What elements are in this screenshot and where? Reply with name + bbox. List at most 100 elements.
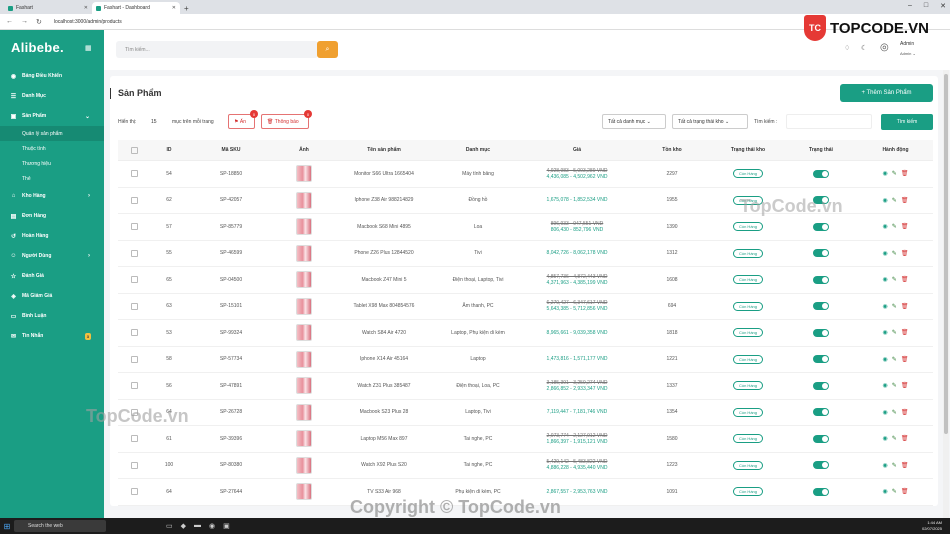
task-view-icon[interactable]: ▭ xyxy=(166,522,173,530)
edit-icon[interactable]: ✎ xyxy=(892,170,897,177)
delete-icon[interactable]: 🗑 xyxy=(901,435,909,442)
windows-start-icon[interactable]: ⊞ xyxy=(0,518,14,534)
product-thumbnail[interactable] xyxy=(296,350,312,368)
delete-icon[interactable]: 🗑 xyxy=(901,276,909,283)
row-checkbox[interactable] xyxy=(130,223,138,231)
view-icon[interactable]: ◉ xyxy=(883,462,888,469)
header-id[interactable]: ID xyxy=(150,147,188,153)
sidebar-item-reviews[interactable]: ☆ Đánh Giá xyxy=(0,266,104,286)
edit-icon[interactable]: ✎ xyxy=(892,223,897,230)
status-toggle[interactable] xyxy=(813,355,829,364)
sidebar-sub-product-management[interactable]: Quản lý sản phẩm xyxy=(0,126,104,141)
sidebar-sub-attributes[interactable]: Thuộc tính xyxy=(0,141,104,156)
row-checkbox[interactable] xyxy=(130,170,138,178)
sidebar-sub-brands[interactable]: Thương hiệu xyxy=(0,156,104,171)
delete-icon[interactable]: 🗑 xyxy=(901,382,909,389)
delete-icon[interactable]: 🗑 xyxy=(901,409,909,416)
sidebar-item-categories[interactable]: ☰ Danh Mục xyxy=(0,86,104,106)
header-stock[interactable]: Tồn kho xyxy=(632,147,712,153)
row-checkbox[interactable] xyxy=(130,382,138,390)
row-checkbox[interactable] xyxy=(130,329,138,337)
add-product-button[interactable]: + Thêm Sản Phẩm xyxy=(840,84,933,102)
row-checkbox[interactable] xyxy=(130,435,138,443)
moon-icon[interactable]: ☾ xyxy=(861,44,867,52)
product-thumbnail[interactable] xyxy=(296,430,312,448)
product-thumbnail[interactable] xyxy=(296,456,312,474)
admin-role[interactable]: Admin ⌄ xyxy=(900,51,916,56)
maximize-icon[interactable]: □ xyxy=(924,2,928,10)
taskbar-search[interactable]: Search the web xyxy=(14,520,106,532)
grid-icon[interactable]: ▦ xyxy=(85,44,92,52)
row-checkbox[interactable] xyxy=(130,302,138,310)
delete-icon[interactable]: 🗑 xyxy=(901,303,909,310)
row-checkbox[interactable] xyxy=(130,196,138,204)
vscode-icon[interactable]: ◆ xyxy=(181,522,186,530)
scrollbar-thumb[interactable] xyxy=(944,74,948,434)
product-thumbnail[interactable] xyxy=(296,377,312,395)
status-toggle[interactable] xyxy=(813,434,829,443)
status-toggle[interactable] xyxy=(813,487,829,496)
bell-icon[interactable]: ♢ xyxy=(844,44,850,52)
system-clock[interactable]: 1:44 AM 02/07/2025 xyxy=(922,520,942,532)
reload-icon[interactable]: ↻ xyxy=(36,18,42,26)
status-toggle[interactable] xyxy=(813,249,829,258)
row-checkbox[interactable] xyxy=(130,355,138,363)
view-icon[interactable]: ◉ xyxy=(883,170,888,177)
delete-icon[interactable]: 🗑 xyxy=(901,197,909,204)
sidebar-item-dashboard[interactable]: ◉ Bảng Điều Khiển xyxy=(0,66,104,86)
product-thumbnail[interactable] xyxy=(296,297,312,315)
search-button[interactable]: ⌕ xyxy=(317,41,338,58)
delete-icon[interactable]: 🗑 xyxy=(901,170,909,177)
status-toggle[interactable] xyxy=(813,275,829,284)
browser-icon[interactable]: ◉ xyxy=(209,522,215,530)
terminal-icon[interactable]: ▣ xyxy=(223,522,230,530)
edit-icon[interactable]: ✎ xyxy=(892,488,897,495)
close-window-icon[interactable]: ✕ xyxy=(940,2,946,10)
sidebar-item-orders[interactable]: ▤ Đơn Hàng xyxy=(0,206,104,226)
delete-icon[interactable]: 🗑 xyxy=(901,488,909,495)
new-tab-icon[interactable]: + xyxy=(184,4,189,13)
sidebar-item-messages[interactable]: ✉ Tin Nhắn 3 xyxy=(0,326,104,346)
status-toggle[interactable] xyxy=(813,461,829,470)
view-icon[interactable]: ◉ xyxy=(883,488,888,495)
view-icon[interactable]: ◉ xyxy=(883,382,888,389)
product-thumbnail[interactable] xyxy=(296,191,312,209)
status-toggle[interactable] xyxy=(813,222,829,231)
sidebar-sub-tags[interactable]: Thẻ xyxy=(0,171,104,186)
view-icon[interactable]: ◉ xyxy=(883,197,888,204)
edit-icon[interactable]: ✎ xyxy=(892,382,897,389)
edit-icon[interactable]: ✎ xyxy=(892,276,897,283)
view-icon[interactable]: ◉ xyxy=(883,276,888,283)
browser-tab-0[interactable]: Fashart ✕ xyxy=(4,2,92,14)
product-thumbnail[interactable] xyxy=(296,403,312,421)
edit-icon[interactable]: ✎ xyxy=(892,409,897,416)
category-filter-select[interactable]: Tất cả danh mục ⌄ xyxy=(602,114,666,129)
view-icon[interactable]: ◉ xyxy=(883,409,888,416)
sidebar-item-comments[interactable]: ▭ Bình Luận xyxy=(0,306,104,326)
select-all-checkbox[interactable] xyxy=(130,146,138,154)
status-toggle[interactable] xyxy=(813,302,829,311)
product-search-button[interactable]: Tìm kiếm xyxy=(881,114,933,130)
product-thumbnail[interactable] xyxy=(296,218,312,236)
product-thumbnail[interactable] xyxy=(296,244,312,262)
row-checkbox[interactable] xyxy=(130,276,138,284)
app-logo[interactable]: Alibebe. xyxy=(11,40,64,55)
back-icon[interactable]: ← xyxy=(6,18,13,25)
search-input[interactable]: Tìm kiếm... xyxy=(116,41,318,58)
status-toggle[interactable] xyxy=(813,169,829,178)
sidebar-item-users[interactable]: ☺ Người Dùng › xyxy=(0,246,104,266)
delete-icon[interactable]: 🗑 xyxy=(901,356,909,363)
explorer-icon[interactable]: ▬ xyxy=(194,522,201,530)
edit-icon[interactable]: ✎ xyxy=(892,250,897,257)
header-price[interactable]: Giá xyxy=(522,147,632,153)
hidden-products-button[interactable]: ⚑ Ẩn 0 xyxy=(228,110,258,129)
url-text[interactable]: localhost:3000/admin/products xyxy=(54,19,122,25)
forward-icon[interactable]: → xyxy=(21,18,28,25)
edit-icon[interactable]: ✎ xyxy=(892,462,897,469)
notification-button[interactable]: 🗑 Thông báo 0 xyxy=(261,110,312,129)
status-toggle[interactable] xyxy=(813,328,829,337)
view-icon[interactable]: ◉ xyxy=(883,435,888,442)
row-checkbox[interactable] xyxy=(130,249,138,257)
product-thumbnail[interactable] xyxy=(296,165,312,183)
close-tab-icon[interactable]: ✕ xyxy=(172,5,176,11)
